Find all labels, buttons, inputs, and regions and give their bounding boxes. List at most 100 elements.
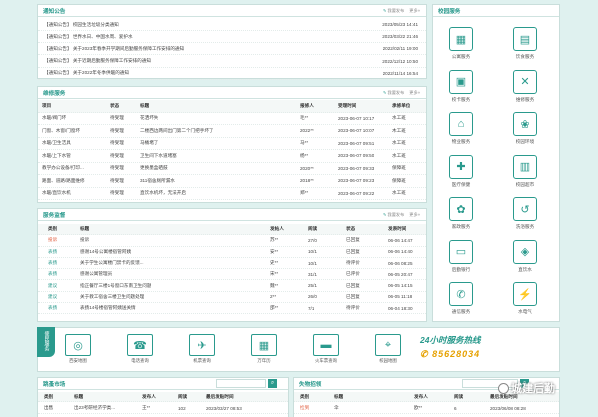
campus-service-item[interactable]: ◈ 直饮水 [505, 239, 545, 273]
notice-publish-link[interactable]: 我要发布 [383, 8, 405, 14]
campus-service-item[interactable]: ✆ 通信服务 [441, 282, 481, 315]
repair-cell: 2023-06-07 10:17 [338, 115, 375, 121]
repair-more-link[interactable]: 更多» [409, 90, 420, 96]
notice-item-text[interactable]: 【通知公告】 关于2023年春季开学期间后勤服务保障工作安排的通知 [44, 46, 344, 52]
notice-item[interactable]: 【通知公告】 关于近期后勤服务保障工作安排的通知 2022/12/12 10:50 [38, 56, 426, 68]
watermark-text: 城建后勤 [511, 383, 555, 395]
campus-service-item[interactable]: ▭ 后勤银行 [441, 239, 481, 273]
repair-cell: 更换墨盒硒鼓 [140, 165, 168, 171]
notice-item-date: 2023/03/22 21:46 [382, 34, 418, 40]
campus-service-item[interactable]: ✿ 家政服务 [441, 197, 481, 230]
repair-cell: 2022** [300, 128, 314, 134]
notice-item[interactable]: 【通知公告】 关于2022年冬季供暖的通知 2022/11/14 16:54 [38, 68, 426, 80]
supervise-row[interactable]: 表扬 感谢14号公寓楼宿管阿姨 安** 10/1 已回复 06-06 14:40 [38, 247, 426, 258]
quick-service-icon: ◎ [65, 334, 91, 356]
repair-cell: 2020** [300, 165, 314, 171]
supervise-col-header: 标题 [80, 226, 90, 232]
quick-service-item[interactable]: ▬ 火车票查询 [308, 334, 344, 364]
repair-row[interactable]: 水暖/上下水管 待受理 卫生间下水道堵塞 杨** 2023-06-07 09:50 水工班 [38, 150, 426, 163]
campus-service-label: 校园超市 [515, 181, 535, 187]
repair-row[interactable]: 教学办公设备/打印... 待受理 更换墨盒硒鼓 2020** 2023-06-07 09… [38, 163, 426, 175]
quick-service-label: 校园地图 [379, 358, 397, 363]
campus-service-item[interactable]: ⚡ 水电气 [505, 282, 545, 315]
service-icon: ▣ [449, 69, 473, 94]
repair-cell: 水工班 [392, 140, 406, 146]
search-icon: ⌕ [270, 380, 275, 386]
repair-cell: 水工班 [392, 152, 406, 158]
campus-service-item[interactable]: ▣ 校卡服务 [441, 69, 481, 103]
repair-cell: 2023-06-07 10:07 [338, 128, 375, 134]
quick-service-icon: ▦ [251, 334, 277, 356]
supervise-row[interactable]: 建议 关于教工宿舍三楼卫生问题处理 2** 26/0 已回复 06-05 11:18 [38, 292, 426, 304]
repair-row[interactable]: 水暖/卫生洁具 待受理 马桶堵了 马** 2023-06-07 09:51 水工班 [38, 138, 426, 150]
repair-cell: 二楼西边两间出门第二个门把手坏了 [140, 127, 214, 133]
campus-service-item[interactable]: ▥ 校园超市 [505, 154, 545, 188]
supervise-header-row: 类别 标题 发帖人 阅读 状态 发表时间 [38, 224, 426, 236]
market-row[interactable]: 出售 出23考研经济学类... 王** 102 2023/03/27 08:53 [38, 403, 288, 414]
notice-item-text[interactable]: 【通知公告】 世界水日、中国水周、爱护水 [44, 34, 344, 40]
supervise-row[interactable]: 建议 指正餐厅三楼1号窗口东南卫生问题 魏** 25/1 已回复 06-05 14:15 [38, 281, 426, 292]
lost-cell: 伞 [334, 405, 339, 410]
repair-cell: 花洒坏失 [140, 115, 159, 121]
quick-service-item[interactable]: ◎ 西安地图 [60, 334, 96, 364]
supervise-row[interactable]: 表扬 表扬14号楼宿管阿姨送关情 邵** 7/1 待评价 06-04 18:30 [38, 303, 426, 315]
quick-service-item[interactable]: ⌖ 校园地图 [370, 334, 406, 364]
repair-cell: 教学办公设备/打印... [42, 165, 84, 171]
repair-col-header: 受理时间 [338, 102, 357, 108]
campus-service-item[interactable]: ↺ 洗浴服务 [505, 197, 545, 230]
repair-cell: 待受理 [110, 127, 124, 133]
repair-cell: 卫生间下水道堵塞 [140, 152, 177, 158]
notice-item[interactable]: 【通知公告】 校园生活垃圾分类通知 2023/05/23 14:41 [38, 19, 426, 31]
market-header-row: 类别 标题 发布人 阅读 最后发贴时间 [38, 392, 288, 402]
quick-service-item[interactable]: ▦ 万年历 [246, 334, 282, 364]
notice-item[interactable]: 【通知公告】 世界水日、中国水周、爱护水 2023/03/22 21:46 [38, 31, 426, 44]
supervise-cell: 关于教工宿舍三楼卫生问题处理 [80, 293, 145, 299]
campus-service-item[interactable]: ✚ 医疗保健 [441, 154, 481, 188]
service-icon: ↺ [513, 197, 537, 221]
supervise-cell: 已回复 [346, 293, 360, 299]
notice-item-text[interactable]: 【通知公告】 关于2022年冬季供暖的通知 [44, 70, 344, 76]
supervise-cell: 06-04 18:30 [388, 305, 413, 311]
repair-publish-link[interactable]: 我要发布 [383, 90, 405, 96]
market-search-button[interactable]: ⌕ [268, 379, 277, 388]
repair-cell: 311宿舍厕所漏水 [140, 177, 175, 183]
notice-item-text[interactable]: 【通知公告】 校园生活垃圾分类通知 [44, 22, 344, 28]
repair-row[interactable]: 门窗、木窗/门窗坏 待受理 二楼西边两间出门第二个门把手坏了 2022** 2023-0… [38, 125, 426, 138]
supervise-row[interactable]: 表扬 关于学生公寓楼门禁卡的反馈... 史** 10/1 待评价 06-06 08:25 [38, 258, 426, 270]
campus-service-item[interactable]: ⌂ 物业服务 [441, 112, 481, 145]
supervise-cell: 表扬 [48, 271, 58, 277]
supervise-cell: 关于学生公寓楼门禁卡的反馈... [80, 260, 144, 266]
market-search-input[interactable] [216, 379, 266, 388]
quick-badge-text: 便民服务 [43, 331, 50, 351]
market-col-header: 阅读 [178, 393, 188, 399]
repair-cell: 保障班 [392, 177, 406, 183]
campus-service-label: 水电气 [518, 309, 532, 314]
campus-service-item[interactable]: ❀ 校园环境 [505, 112, 545, 145]
service-icon: ✕ [513, 69, 537, 94]
campus-service-item[interactable]: ▦ 公寓服务 [441, 27, 481, 60]
repair-row[interactable]: 水暖/直饮水机 待受理 直饮水机坏，无法开启 郑** 2023-06-07 09:22 水… [38, 188, 426, 200]
repair-row[interactable]: 路面、道路/路面维修 待受理 311宿舍厕所漏水 2018** 2023-06-07 0… [38, 175, 426, 188]
supervise-row[interactable]: 投诉 投诉 苏** 27/0 已回复 06-06 14:47 [38, 235, 426, 247]
supervise-publish-link[interactable]: 我要发布 [383, 212, 405, 218]
quick-service-item[interactable]: ☎ 电话查询 [122, 334, 158, 364]
repair-cell: 待受理 [110, 152, 124, 158]
quick-service-item[interactable]: ✈ 机票查询 [184, 334, 220, 364]
campus-service-item[interactable]: ▤ 饮食服务 [505, 27, 545, 60]
notice-more-link[interactable]: 更多» [409, 8, 420, 14]
repair-cell: 待受理 [110, 115, 124, 121]
campus-service-item[interactable]: ✕ 维修服务 [505, 69, 545, 103]
quick-service-bar: 便民服务 ◎ 西安地图 ☎ 电话查询 ✈ 机票查询 ▦ 万年历 ▬ 火车票查询 ⌖ 校园地图 24小时… [37, 327, 560, 372]
service-icon: ▥ [513, 154, 537, 179]
lost-row[interactable]: 捡到 伞 欧** 6 2023/06/08 08:28 [294, 403, 559, 414]
supervise-row[interactable]: 表扬 感谢公寓管理员 宋** 31/1 已评价 06-05 20:47 [38, 269, 426, 281]
notice-item-text[interactable]: 【通知公告】 关于近期后勤服务保障工作安排的通知 [44, 58, 344, 64]
notice-item[interactable]: 【通知公告】 关于2023年春季开学期间后勤服务保障工作安排的通知 2022/02… [38, 43, 426, 56]
market-cell: 出23考研经济学类... [74, 405, 116, 410]
repair-row[interactable]: 水暖/阀门坏 待受理 花洒坏失 毛** 2023-06-07 10:17 水工班 [38, 113, 426, 125]
supervise-more-link[interactable]: 更多» [409, 212, 420, 218]
service-icon: ▦ [449, 27, 473, 51]
supervise-cell: 安** [270, 248, 279, 254]
supervise-cell: 史** [270, 260, 279, 266]
service-icon: ✆ [449, 282, 473, 306]
